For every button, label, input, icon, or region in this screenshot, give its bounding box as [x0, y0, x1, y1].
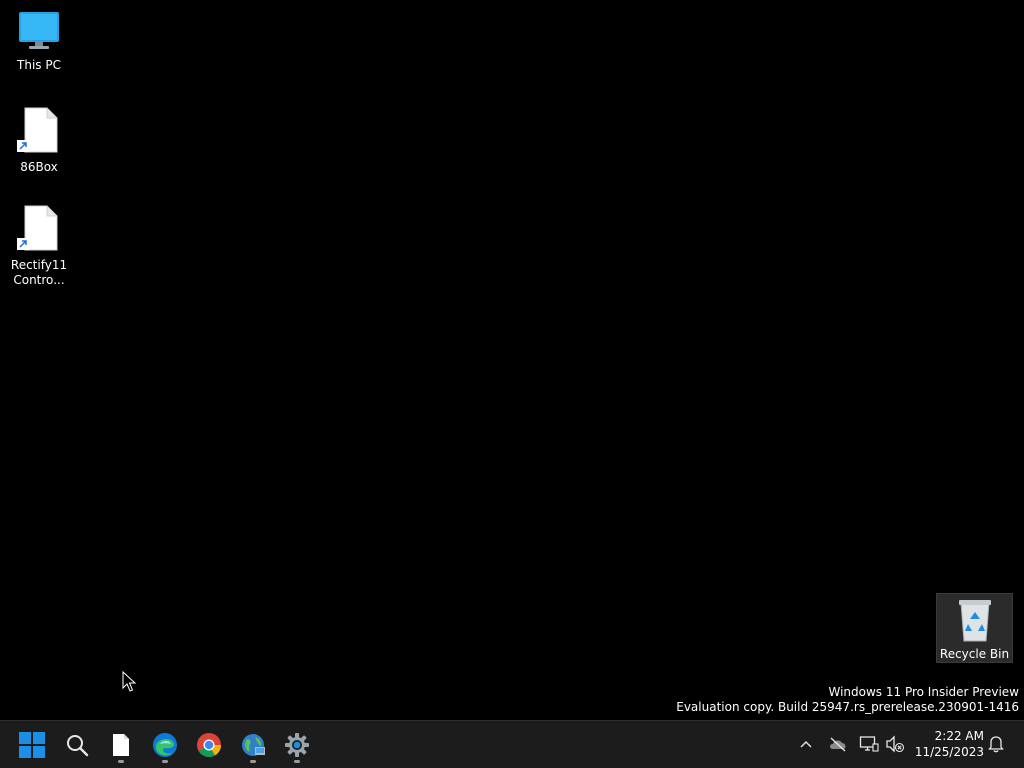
onedrive-status-button[interactable] — [827, 733, 849, 755]
volume-muted-icon — [886, 735, 905, 753]
taskbar-clock[interactable]: 2:22 AM 11/25/2023 — [912, 728, 984, 760]
network-icon — [859, 736, 879, 752]
watermark-line-build: Evaluation copy. Build 25947.rs_prerelea… — [676, 700, 1019, 714]
taskbar-browser-button[interactable] — [233, 725, 273, 765]
search-button[interactable] — [57, 725, 97, 765]
running-indicator — [118, 760, 124, 763]
running-indicator — [162, 760, 168, 763]
taskbar: 2:22 AM 11/25/2023 — [0, 720, 1024, 768]
desktop-icon-recycle-bin[interactable]: Recycle Bin — [936, 593, 1013, 663]
desktop-icon-label: 86Box — [20, 160, 58, 174]
windows-logo-icon — [19, 732, 45, 758]
taskbar-edge-button[interactable] — [145, 725, 185, 765]
desktop-icon-label: Rectify11 Contro... — [10, 258, 68, 287]
running-indicator — [250, 760, 256, 763]
running-indicator — [294, 760, 300, 763]
file-shortcut-icon — [17, 205, 58, 251]
clock-time: 2:22 AM — [934, 729, 984, 743]
desktop-icon-86box[interactable]: 86Box — [1, 106, 77, 175]
desktop-icon-this-pc[interactable]: This PC — [1, 10, 77, 73]
mouse-cursor-icon — [122, 671, 136, 692]
clock-date: 11/25/2023 — [914, 745, 984, 759]
desktop-icon-label: This PC — [17, 58, 61, 72]
file-shortcut-icon — [17, 107, 58, 153]
chrome-icon — [197, 733, 221, 758]
taskbar-settings-button[interactable] — [277, 725, 317, 765]
build-watermark: Windows 11 Pro Insider Preview Evaluatio… — [676, 685, 1019, 715]
network-button[interactable] — [858, 733, 880, 755]
recycle-bin-icon — [958, 600, 991, 642]
chevron-up-icon — [800, 741, 812, 748]
recycle-bin-label: Recycle Bin — [939, 647, 1010, 661]
start-button[interactable] — [12, 725, 52, 765]
cloud-offline-icon — [830, 737, 846, 752]
show-hidden-icons-button[interactable] — [795, 733, 817, 755]
taskbar-file-button[interactable] — [101, 725, 141, 765]
watermark-line-edition: Windows 11 Pro Insider Preview — [828, 685, 1019, 699]
edge-icon — [153, 733, 177, 757]
taskbar-chrome-button[interactable] — [189, 725, 229, 765]
desktop-icon-rectify11[interactable]: Rectify11 Contro... — [1, 204, 77, 288]
volume-button[interactable] — [884, 733, 906, 755]
file-icon — [113, 734, 129, 756]
monitor-icon — [19, 12, 59, 49]
globe-icon — [242, 734, 265, 756]
notification-bell-icon — [988, 736, 1004, 753]
notifications-button[interactable] — [985, 733, 1007, 755]
search-icon — [67, 735, 89, 757]
gear-icon — [285, 733, 309, 757]
